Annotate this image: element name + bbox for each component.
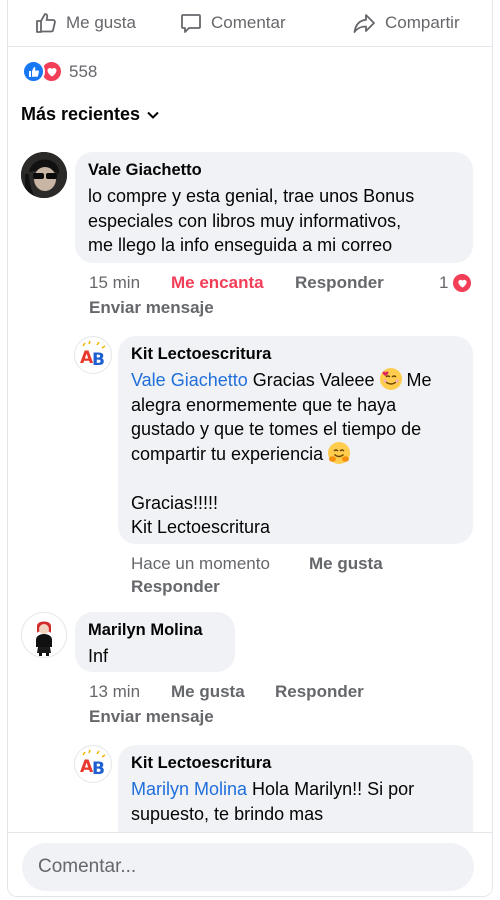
comment-line: lo compre y esta genial, trae unos Bonus (88, 186, 415, 206)
comment-line: especiales con libros muy informativos, (88, 210, 402, 231)
ab-logo-icon: A B (80, 340, 106, 370)
comment-line: compartir tu experiencia (131, 441, 460, 467)
comment-line: Gracias!!!!! (131, 492, 219, 513)
comments-panel: Me gusta Comentar Compartir 558 Más reci… (7, 0, 493, 897)
like-label: Me gusta (66, 13, 136, 32)
comment-author[interactable]: Marilyn Molina (88, 621, 222, 640)
divider (8, 832, 492, 833)
comment-text: Inf (88, 646, 109, 666)
like-comment-button[interactable]: Me gusta (309, 554, 383, 574)
svg-text:B: B (92, 350, 105, 370)
post-action-bar: Me gusta Comentar Compartir (8, 0, 492, 47)
comment-sort-dropdown[interactable]: Más recientes (21, 104, 160, 125)
comment-line: alegra enormemente que te haya (131, 394, 397, 415)
comment-button[interactable]: Comentar (179, 10, 286, 36)
avatar[interactable] (21, 152, 67, 198)
chevron-down-icon (147, 111, 159, 119)
comment-timestamp[interactable]: 15 min (89, 273, 140, 293)
love-reaction-icon (453, 274, 472, 292)
comment-line: Vale Giachetto Gracias Valeee Me (131, 368, 460, 393)
mention-link[interactable]: Marilyn Molina (131, 779, 247, 799)
share-label: Compartir (385, 13, 460, 32)
send-message-button[interactable]: Enviar mensaje (89, 707, 214, 727)
comment-reaction-count[interactable]: 1 (439, 273, 472, 293)
comment-timestamp[interactable]: 13 min (89, 682, 140, 702)
comment-fragment: Gracias Valeee (247, 370, 375, 390)
comment-line: supuesto, te brindo mas (131, 803, 324, 824)
thumbs-up-icon (36, 13, 56, 33)
hugging-face-icon (328, 441, 351, 464)
comment-label: Comentar (211, 13, 286, 32)
ab-logo-icon: A B (80, 749, 106, 779)
comment-bubble: Marilyn Molina Inf (75, 612, 235, 672)
avatar[interactable]: A B (74, 336, 112, 374)
react-love-button[interactable]: Me encanta (171, 273, 264, 293)
comment-text: Vale Giachetto Gracias Valeee Me alegra … (131, 368, 460, 540)
like-reaction-icon (22, 60, 45, 83)
reactions-summary[interactable]: 558 (22, 60, 97, 83)
mention-link[interactable]: Vale Giachetto (131, 370, 248, 390)
comment-author[interactable]: Vale Giachetto (88, 161, 460, 180)
profile-photo-icon (21, 152, 67, 198)
comment-fragment: Me (401, 370, 432, 390)
comment-author[interactable]: Kit Lectoescritura (131, 345, 460, 364)
reply-button[interactable]: Responder (295, 273, 384, 293)
share-button[interactable]: Compartir (352, 10, 460, 36)
speech-bubble-icon (181, 14, 201, 33)
comment-line: Kit Lectoescritura (131, 517, 271, 537)
comment-line: Marilyn Molina Hola Marilyn!! Si por (131, 777, 460, 802)
svg-text:B: B (92, 759, 105, 779)
sort-label: Más recientes (21, 104, 141, 124)
reply-bubble: Kit Lectoescritura Vale Giachetto Gracia… (118, 336, 473, 544)
comment-line: me llego la info enseguida a mi correo (88, 235, 393, 255)
comment-timestamp[interactable]: Hace un momento (131, 554, 270, 574)
comment-fragment: compartir tu experiencia (131, 443, 324, 464)
comment-author[interactable]: Kit Lectoescritura (131, 754, 460, 773)
like-button[interactable]: Me gusta (34, 10, 136, 36)
reply-button[interactable]: Responder (275, 682, 364, 702)
like-comment-button[interactable]: Me gusta (171, 682, 245, 702)
reaction-count-value: 1 (439, 273, 449, 292)
share-arrow-icon (353, 14, 375, 33)
send-message-button[interactable]: Enviar mensaje (89, 298, 214, 318)
comment-fragment: Hola Marilyn!! Si por (247, 779, 415, 799)
comment-bubble: Vale Giachetto lo compre y esta genial, … (75, 152, 473, 263)
comment-line: gustado y que te tomes el tiempo de (131, 419, 422, 439)
profile-photo-icon (22, 613, 66, 657)
avatar[interactable]: A B (74, 745, 112, 783)
reactions-count: 558 (69, 61, 98, 81)
smiling-face-with-hearts-icon (379, 368, 402, 390)
comment-text: Marilyn Molina Hola Marilyn!! Si por sup… (131, 777, 460, 826)
avatar[interactable] (21, 612, 67, 658)
reply-button[interactable]: Responder (131, 577, 220, 597)
comment-input[interactable]: Comentar... (22, 843, 474, 891)
comment-text: lo compre y esta genial, trae unos Bonus… (88, 184, 460, 258)
